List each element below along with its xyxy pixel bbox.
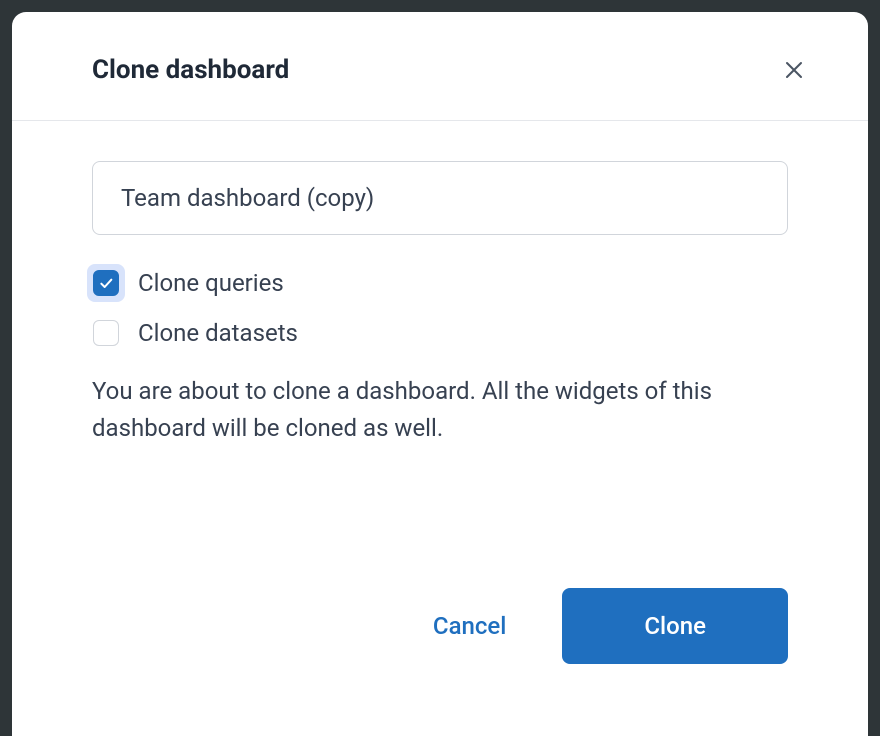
- clone-datasets-label[interactable]: Clone datasets: [138, 319, 298, 347]
- dashboard-name-input[interactable]: [92, 161, 788, 235]
- checkbox-focus-ring: [92, 269, 120, 297]
- checkbox-group: Clone queries Clone datasets: [92, 269, 788, 347]
- clone-queries-checkbox[interactable]: [93, 270, 119, 296]
- clone-queries-label[interactable]: Clone queries: [138, 269, 284, 297]
- modal-header: Clone dashboard: [12, 12, 868, 121]
- modal-title: Clone dashboard: [92, 55, 289, 85]
- modal-body: Clone queries Clone datasets You are abo…: [12, 121, 868, 588]
- clone-description: You are about to clone a dashboard. All …: [92, 373, 788, 447]
- clone-datasets-checkbox[interactable]: [93, 320, 119, 346]
- close-icon: [782, 58, 806, 82]
- clone-datasets-row: Clone datasets: [92, 319, 788, 347]
- clone-queries-row: Clone queries: [92, 269, 788, 297]
- modal-footer: Cancel Clone: [12, 588, 868, 736]
- check-icon: [98, 275, 114, 291]
- cancel-button[interactable]: Cancel: [421, 604, 518, 648]
- checkbox-wrap: [92, 319, 120, 347]
- clone-dashboard-modal: Clone dashboard Clone queries: [12, 12, 868, 736]
- clone-button[interactable]: Clone: [562, 588, 788, 664]
- close-button[interactable]: [776, 52, 812, 88]
